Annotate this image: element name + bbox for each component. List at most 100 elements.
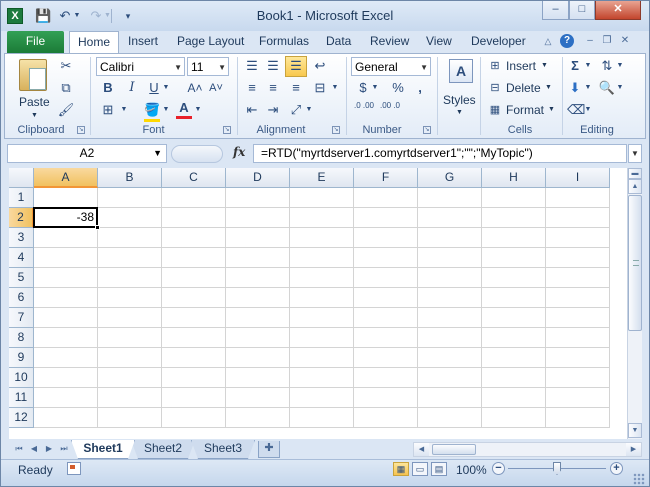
paste-dropdown-icon[interactable]: ▼ [31, 108, 38, 124]
cell-d8[interactable] [226, 328, 290, 348]
cell-g2[interactable] [418, 208, 482, 228]
currency-button[interactable]: $ [355, 79, 371, 97]
minimize-button[interactable]: – [542, 1, 569, 20]
cell-g8[interactable] [418, 328, 482, 348]
column-header-b[interactable]: B [98, 168, 162, 188]
clear-icon[interactable]: ⌫ [567, 101, 585, 119]
cell-b3[interactable] [98, 228, 162, 248]
decrease-decimal-button[interactable]: .00 .0 [379, 101, 401, 110]
underline-dropdown-icon[interactable]: ▼ [162, 79, 170, 97]
row-header-4[interactable]: 4 [9, 248, 34, 268]
tab-insert[interactable]: Insert [128, 34, 158, 48]
bold-button[interactable]: B [100, 79, 116, 97]
cell-a9[interactable] [34, 348, 98, 368]
middle-align-icon[interactable]: ☰ [264, 57, 282, 75]
cell-h2[interactable] [482, 208, 546, 228]
page-break-view-icon[interactable]: ▤ [431, 462, 447, 476]
cell-b5[interactable] [98, 268, 162, 288]
cell-g7[interactable] [418, 308, 482, 328]
find-select-icon[interactable]: 🔍 [598, 79, 616, 97]
column-header-c[interactable]: C [162, 168, 226, 188]
scroll-down-icon[interactable]: ▼ [628, 423, 642, 438]
cell-i8[interactable] [546, 328, 610, 348]
format-cells-icon[interactable]: ▦ [487, 101, 503, 119]
next-sheet-icon[interactable]: ▶ [43, 443, 55, 455]
cell-e10[interactable] [290, 368, 354, 388]
cell-d9[interactable] [226, 348, 290, 368]
vertical-scroll-thumb[interactable] [628, 195, 642, 331]
cell-a11[interactable] [34, 388, 98, 408]
cell-a5[interactable] [34, 268, 98, 288]
sheet-tab-sheet1[interactable]: Sheet1 [71, 440, 135, 459]
cell-d11[interactable] [226, 388, 290, 408]
autosum-button[interactable]: Σ [567, 57, 583, 75]
alignment-launcher-icon[interactable]: ↘ [332, 126, 340, 134]
cell-c5[interactable] [162, 268, 226, 288]
cell-c3[interactable] [162, 228, 226, 248]
sort-filter-dropdown-icon[interactable]: ▼ [616, 57, 624, 75]
minimize-ribbon-icon[interactable]: △ [541, 34, 555, 48]
cell-f5[interactable] [354, 268, 418, 288]
align-right-icon[interactable]: ≡ [287, 79, 305, 97]
cell-b7[interactable] [98, 308, 162, 328]
orientation-icon[interactable]: ⤢ [287, 101, 305, 119]
font-name-select[interactable]: Calibri ▼ [96, 57, 185, 76]
autosum-dropdown-icon[interactable]: ▼ [584, 57, 592, 75]
workbook-restore-icon[interactable]: ❐ [600, 34, 614, 48]
cell-c12[interactable] [162, 408, 226, 428]
row-header-3[interactable]: 3 [9, 228, 34, 248]
fill-handle[interactable] [95, 225, 100, 230]
insert-dropdown-icon[interactable]: ▼ [541, 58, 548, 74]
column-header-i[interactable]: I [546, 168, 610, 188]
column-header-e[interactable]: E [290, 168, 354, 188]
copy-icon[interactable]: ⧉ [57, 79, 75, 97]
cell-a3[interactable] [34, 228, 98, 248]
expand-formula-bar-icon[interactable]: ▼ [628, 144, 642, 163]
cell-b12[interactable] [98, 408, 162, 428]
cell-i1[interactable] [546, 188, 610, 208]
cell-d12[interactable] [226, 408, 290, 428]
cell-h7[interactable] [482, 308, 546, 328]
orientation-dropdown-icon[interactable]: ▼ [305, 101, 313, 119]
cell-f10[interactable] [354, 368, 418, 388]
styles-dropdown-icon[interactable]: ▼ [456, 105, 463, 121]
file-tab[interactable]: File [7, 31, 64, 53]
cell-g6[interactable] [418, 288, 482, 308]
insert-function-icon[interactable]: fx [233, 145, 245, 159]
cell-b10[interactable] [98, 368, 162, 388]
cell-c7[interactable] [162, 308, 226, 328]
merge-center-icon[interactable]: ⊟ [311, 79, 329, 97]
row-header-7[interactable]: 7 [9, 308, 34, 328]
cell-e7[interactable] [290, 308, 354, 328]
zoom-level[interactable]: 100% [456, 463, 487, 477]
shrink-font-button[interactable]: A˅ [207, 79, 225, 97]
cell-f12[interactable] [354, 408, 418, 428]
clipboard-icon[interactable] [19, 59, 47, 91]
vertical-scrollbar[interactable]: ▬ ▲ ▼ [627, 168, 642, 439]
insert-worksheet-icon[interactable]: ✚ [258, 441, 280, 458]
cell-i12[interactable] [546, 408, 610, 428]
cell-e5[interactable] [290, 268, 354, 288]
cell-a8[interactable] [34, 328, 98, 348]
cut-icon[interactable]: ✂ [57, 57, 75, 75]
tab-developer[interactable]: Developer [471, 34, 526, 48]
formula-bar-splitter[interactable] [171, 145, 223, 163]
cell-e11[interactable] [290, 388, 354, 408]
percent-button[interactable]: % [389, 79, 407, 97]
cell-c11[interactable] [162, 388, 226, 408]
format-dropdown-icon[interactable]: ▼ [548, 102, 555, 118]
number-launcher-icon[interactable]: ↘ [423, 126, 431, 134]
cell-d3[interactable] [226, 228, 290, 248]
normal-view-icon[interactable]: ▦ [393, 462, 409, 476]
row-header-2[interactable]: 2 [9, 208, 34, 228]
cell-i6[interactable] [546, 288, 610, 308]
cell-a4[interactable] [34, 248, 98, 268]
cell-g5[interactable] [418, 268, 482, 288]
cell-a6[interactable] [34, 288, 98, 308]
cell-a2[interactable]: -38 [33, 207, 98, 228]
sort-filter-icon[interactable]: ⇅ [598, 57, 616, 75]
cell-c6[interactable] [162, 288, 226, 308]
delete-dropdown-icon[interactable]: ▼ [545, 80, 552, 96]
cell-i9[interactable] [546, 348, 610, 368]
currency-dropdown-icon[interactable]: ▼ [371, 79, 379, 97]
